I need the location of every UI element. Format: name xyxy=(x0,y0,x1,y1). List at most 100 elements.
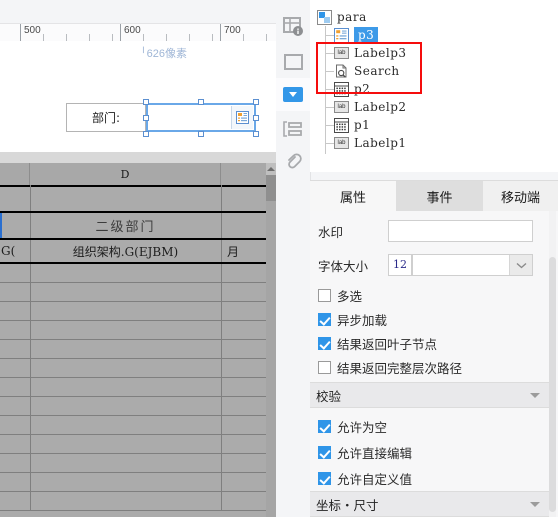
allow-custom-value-checkbox[interactable] xyxy=(318,471,331,485)
async-load-row[interactable]: 异步加载 xyxy=(310,309,558,329)
tree-node-labelp3[interactable]: lab Labelp3 xyxy=(334,44,407,62)
column-header-e[interactable] xyxy=(221,163,266,185)
tree-node-labelp1[interactable]: lab Labelp1 xyxy=(334,134,407,152)
department-widget-group[interactable]: 部门: xyxy=(66,99,259,137)
table-row[interactable] xyxy=(0,416,266,435)
designer-right-pane: para p3 lab Labelp3 Search p2 lab Labelp… xyxy=(276,0,558,517)
tab-mobile[interactable]: 移动端 xyxy=(483,181,558,211)
tree-node-p1-label: p1 xyxy=(354,118,371,132)
tree-node-p2[interactable]: p2 xyxy=(334,80,370,98)
return-leaf-row[interactable]: 结果返回叶子节点 xyxy=(310,333,558,353)
formula-cell-right[interactable]: 月 xyxy=(221,240,266,262)
tree-node-search[interactable]: Search xyxy=(334,62,400,80)
resize-handle-sw[interactable] xyxy=(143,131,149,137)
tree-node-p3[interactable]: p3 xyxy=(334,26,379,44)
application-window: 500 600 700 ╵626像素 部门: D 二级部门 G(组织架构.G(… xyxy=(0,0,558,517)
section-collapse-icon[interactable] xyxy=(530,393,540,398)
table-row[interactable]: 二级部门 xyxy=(0,213,266,240)
watermark-input[interactable] xyxy=(388,220,533,242)
table-row[interactable] xyxy=(0,378,266,397)
merged-title-cell[interactable]: 二级部门 xyxy=(30,213,221,238)
layout-icon xyxy=(283,120,302,137)
table-row[interactable] xyxy=(0,283,266,302)
tree-node-labelp2[interactable]: lab Labelp2 xyxy=(334,98,407,116)
column-header-c[interactable] xyxy=(0,163,30,185)
table-row[interactable] xyxy=(0,492,266,511)
formula-cell-main[interactable]: 组织架构.G(EJBM) xyxy=(30,240,221,262)
return-full-path-checkbox[interactable] xyxy=(318,360,331,374)
watermark-label: 水印 xyxy=(318,224,344,240)
allow-empty-checkbox[interactable] xyxy=(318,419,331,433)
spreadsheet-grid[interactable]: 二级部门 G( 组织架构.G(EJBM) 月 xyxy=(0,185,266,517)
font-size-value[interactable]: 12 xyxy=(388,254,412,276)
rail-item-hyperlink[interactable] xyxy=(276,145,310,178)
tab-properties[interactable]: 属性 xyxy=(310,181,396,211)
resize-handle-n[interactable] xyxy=(198,99,204,105)
allow-custom-value-row[interactable]: 允许自定义值 xyxy=(310,468,558,488)
section-collapse-icon[interactable] xyxy=(530,502,540,507)
spreadsheet-column-headers[interactable]: D xyxy=(0,163,266,187)
department-input-field[interactable] xyxy=(146,103,256,132)
rail-item-widget[interactable] xyxy=(276,78,310,111)
table-row[interactable] xyxy=(0,454,266,473)
section-validate-label: 校验 xyxy=(316,388,342,404)
column-header-d[interactable]: D xyxy=(30,163,221,185)
label-icon: lab xyxy=(334,100,349,115)
link-icon xyxy=(288,152,302,168)
resize-handle-ne[interactable] xyxy=(253,99,259,105)
allow-direct-edit-row[interactable]: 允许直接编辑 xyxy=(310,442,558,462)
table-row[interactable] xyxy=(0,473,266,492)
resize-handle-w[interactable] xyxy=(143,115,149,121)
font-size-dropdown[interactable] xyxy=(412,254,533,276)
spreadsheet-vertical-scrollbar[interactable] xyxy=(266,163,276,517)
table-row[interactable] xyxy=(0,397,266,416)
rail-item-layout[interactable] xyxy=(276,112,310,145)
designer-left-pane: 500 600 700 ╵626像素 部门: D 二级部门 G(组织架构.G(… xyxy=(0,0,276,517)
widget-tree-panel[interactable]: para p3 lab Labelp3 Search p2 lab Labelp… xyxy=(310,0,558,172)
table-row[interactable] xyxy=(0,264,266,283)
grid-widget-icon xyxy=(334,117,349,133)
allow-direct-edit-checkbox[interactable] xyxy=(318,445,331,459)
return-full-path-label: 结果返回完整层次路径 xyxy=(337,360,463,376)
spreadsheet-area[interactable]: D 二级部门 G( 组织架构.G(EJBM) 月 xyxy=(0,152,276,517)
scrollbar-thumb[interactable] xyxy=(549,257,556,512)
rail-item-data-source[interactable] xyxy=(276,10,310,43)
properties-tabbar: 属性 事件 移动端 xyxy=(310,180,558,212)
return-full-path-row[interactable]: 结果返回完整层次路径 xyxy=(310,357,558,377)
design-canvas[interactable]: ╵626像素 部门: xyxy=(0,41,276,152)
scrollbar-thumb[interactable] xyxy=(266,175,276,201)
allow-empty-row[interactable]: 允许为空 xyxy=(310,416,558,436)
section-header-validate[interactable]: 校验 xyxy=(310,382,550,408)
department-input-text[interactable] xyxy=(148,105,232,130)
label-icon: lab xyxy=(334,46,349,61)
resize-handle-e[interactable] xyxy=(253,115,259,121)
section-header-coord-size[interactable]: 坐标・尺寸 xyxy=(310,491,550,517)
table-row[interactable] xyxy=(0,435,266,454)
multi-select-row[interactable]: 多选 xyxy=(310,285,558,305)
tool-rail xyxy=(276,0,311,517)
properties-vertical-scrollbar[interactable] xyxy=(549,211,556,517)
table-row[interactable] xyxy=(0,302,266,321)
multi-select-checkbox[interactable] xyxy=(318,288,331,302)
folder-node-icon xyxy=(317,9,332,25)
table-row[interactable] xyxy=(0,185,266,213)
resize-handle-nw[interactable] xyxy=(143,99,149,105)
formula-cell-left[interactable]: G( xyxy=(0,240,30,262)
async-load-checkbox[interactable] xyxy=(318,312,331,326)
resize-handle-se[interactable] xyxy=(253,131,259,137)
chevron-down-icon[interactable] xyxy=(509,255,532,275)
resize-handle-s[interactable] xyxy=(198,131,204,137)
table-row[interactable] xyxy=(0,340,266,359)
rail-item-block[interactable] xyxy=(276,45,310,78)
scroll-up-icon[interactable] xyxy=(266,163,276,175)
table-row[interactable] xyxy=(0,321,266,340)
table-row[interactable] xyxy=(0,359,266,378)
tree-node-p1[interactable]: p1 xyxy=(334,116,370,134)
tree-node-root[interactable]: para xyxy=(317,8,367,26)
multi-select-label: 多选 xyxy=(337,288,363,304)
tree-picker-icon[interactable] xyxy=(231,106,253,129)
return-leaf-checkbox[interactable] xyxy=(318,336,331,350)
tree-node-labelp3-label: Labelp3 xyxy=(354,46,407,60)
tab-events[interactable]: 事件 xyxy=(396,181,483,211)
table-row[interactable]: G( 组织架构.G(EJBM) 月 xyxy=(0,240,266,264)
